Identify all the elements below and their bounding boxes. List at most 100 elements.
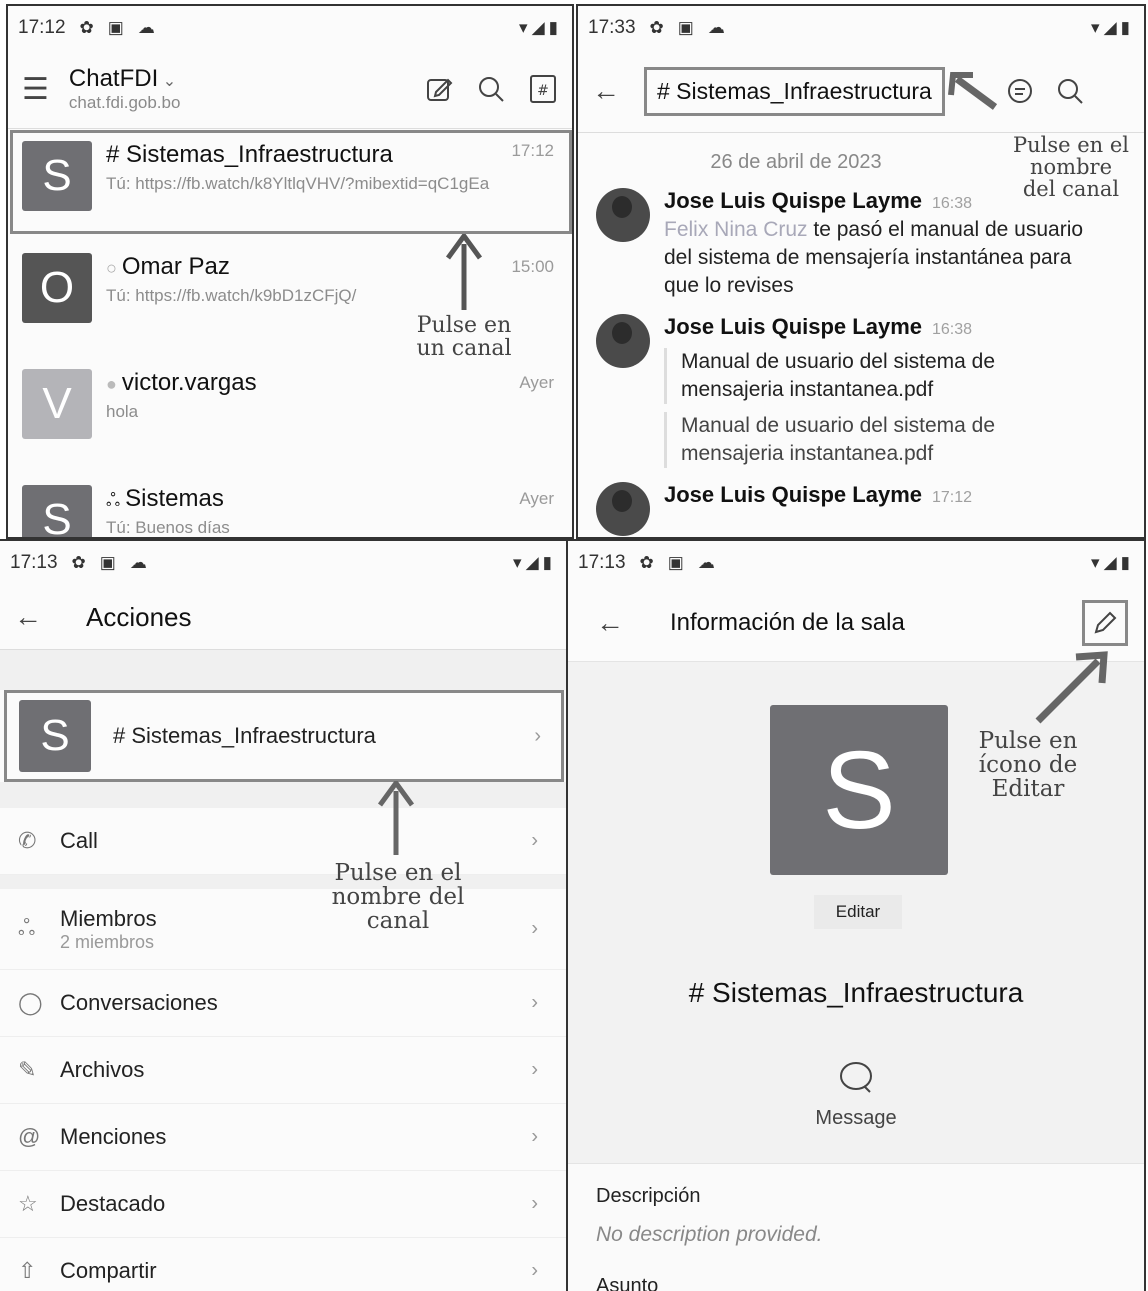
team-icon: ஃ (106, 490, 126, 510)
message: Jose Luis Quispe Layme 17:12 (578, 482, 1144, 536)
message-button-label[interactable]: Message (568, 1107, 1144, 1130)
room-name: Sistemas (125, 485, 224, 512)
workspace-name: ChatFDI (68, 65, 159, 92)
threads-icon[interactable] (1005, 76, 1035, 106)
svg-text:#: # (537, 83, 549, 99)
room-time: Ayer (519, 373, 554, 392)
room-time: 15:00 (511, 257, 554, 276)
status-time: 17:13 (578, 552, 626, 573)
chat-icon: ◯ (18, 990, 43, 1015)
status-bar: 17:13 ✿ ▣ ☁ ▾◢▮ (568, 541, 1144, 585)
share-icon: ⇧ (18, 1258, 37, 1283)
last-message: Tú: Buenos días (106, 518, 230, 537)
gallery-icon: ▣ (677, 18, 694, 37)
members-count: 2 miembros (60, 931, 155, 952)
annotation-pulse-nombre-canal: Pulse en el nombre del canal (331, 860, 465, 935)
arrow-diagonal-icon (947, 72, 997, 110)
edit-pencil-icon[interactable] (1082, 600, 1128, 646)
create-icon[interactable] (424, 74, 454, 104)
signal-battery-icons: ▾◢▮ (513, 553, 556, 572)
back-arrow-icon[interactable]: ← (592, 75, 620, 107)
channel-name-header[interactable]: # Sistemas_Infraestructura (644, 66, 945, 116)
signal-battery-icons: ▾◢▮ (519, 18, 562, 37)
room-row-victor-vargas[interactable]: V ● victor.vargas hola Ayer (8, 361, 572, 477)
search-icon[interactable] (476, 74, 506, 104)
room-name: victor.vargas (121, 369, 257, 396)
file-attachment[interactable]: Manual de usuario del sistema de mensaje… (664, 348, 1071, 404)
message-time: 16:38 (931, 195, 973, 212)
action-label: Conversaciones (60, 990, 218, 1015)
avatar (596, 314, 650, 368)
search-icon[interactable] (1055, 76, 1085, 106)
status-bar: 17:33 ✿ ▣ ☁ ▾◢▮ (578, 6, 1144, 50)
annotation-pulse-canal: Pulse en un canal (416, 313, 512, 362)
action-conversations[interactable]: ◯ Conversaciones › (0, 970, 566, 1037)
directory-icon[interactable]: # (528, 73, 558, 105)
status-bar: 17:13 ✿ ▣ ☁ ▾◢▮ (0, 541, 566, 585)
chevron-right-icon: › (531, 1259, 538, 1282)
room-row-sistemas[interactable]: S ஃ Sistemas Tú: Buenos días Ayer (8, 477, 572, 537)
room-name: # Sistemas_Infraestructura (113, 723, 376, 748)
highlight-box (10, 130, 572, 234)
chevron-right-icon: › (534, 724, 541, 747)
cloud-icon: ☁ (697, 553, 715, 572)
signal-battery-icons: ▾◢▮ (1091, 553, 1134, 572)
action-mentions[interactable]: @ Menciones › (0, 1104, 566, 1171)
workspace-switcher[interactable]: ChatFDI ⌄ (69, 65, 181, 93)
action-label: Call (60, 828, 98, 853)
chevron-right-icon: › (531, 829, 538, 852)
settings-icon: ✿ (79, 18, 94, 37)
status-bar: 17:12 ✿ ▣ ☁ ▾◢▮ (8, 6, 572, 50)
screen-actions: 17:13 ✿ ▣ ☁ ▾◢▮ ← Acciones S # Sistemas_… (0, 539, 568, 1291)
annotation-pulse-nombre-canal: Pulse en el nombre del canal (1012, 133, 1130, 202)
message-author: Jose Luis Quispe Layme (664, 482, 922, 507)
message-time: 16:38 (931, 321, 973, 338)
arrow-diagonal-icon (1035, 651, 1108, 724)
cloud-icon: ☁ (137, 18, 155, 37)
last-message: Tú: https://fb.watch/k9bD1zCFjQ/ (106, 286, 357, 305)
action-call[interactable]: ✆ Call › (0, 808, 566, 875)
action-files[interactable]: ✎ Archivos › (0, 1037, 566, 1104)
star-icon: ☆ (18, 1191, 38, 1216)
signal-battery-icons: ▾◢▮ (1091, 18, 1134, 37)
avatar: S (19, 700, 91, 772)
screen-room-info: 17:13 ✿ ▣ ☁ ▾◢▮ ← Información de la sala… (566, 539, 1146, 1291)
action-label: Miembros (60, 905, 157, 931)
members-icon: ஃ (18, 914, 36, 940)
server-url: chat.fdi.gob.bo (68, 93, 181, 112)
message-author: Jose Luis Quispe Layme (664, 188, 922, 213)
last-message: hola (106, 402, 139, 421)
arrow-up-icon (377, 781, 415, 855)
action-starred[interactable]: ☆ Destacado › (0, 1171, 566, 1238)
at-icon: @ (18, 1124, 41, 1149)
annotation-pulse-editar: Pulse en ícono de Editar (978, 728, 1078, 803)
menu-icon[interactable]: ☰ (22, 72, 49, 107)
room-info-row[interactable]: S # Sistemas_Infraestructura › (4, 690, 564, 782)
paperclip-icon: ✎ (18, 1057, 37, 1082)
settings-icon: ✿ (639, 553, 654, 572)
back-arrow-icon[interactable]: ← (596, 607, 624, 639)
back-arrow-icon[interactable]: ← (14, 601, 42, 633)
room-time: Ayer (519, 489, 554, 508)
status-offline-icon: ○ (106, 258, 122, 278)
message: Jose Luis Quispe Layme 16:38 Felix Nina C… (578, 188, 1144, 300)
chevron-right-icon: › (531, 991, 538, 1014)
gallery-icon: ▣ (667, 553, 684, 572)
settings-icon: ✿ (649, 18, 664, 37)
status-time: 17:33 (588, 17, 636, 38)
room-avatar: S (770, 705, 948, 875)
cloud-icon: ☁ (707, 18, 725, 37)
user-mention[interactable]: Felix Nina Cruz (664, 218, 808, 241)
message-author: Jose Luis Quispe Layme (664, 314, 922, 339)
cloud-icon: ☁ (129, 553, 147, 572)
description-value: No description provided. (596, 1223, 823, 1246)
edit-avatar-button[interactable]: Editar (814, 895, 902, 929)
message-icon[interactable] (836, 1059, 876, 1095)
description-label: Descripción (596, 1185, 701, 1207)
chevron-down-icon: ⌄ (158, 73, 177, 90)
message: Jose Luis Quispe Layme 16:38 Manual de us… (578, 314, 1144, 468)
action-members[interactable]: ஃ Miembros 2 miembros › (0, 889, 566, 970)
action-share[interactable]: ⇧ Compartir › (0, 1238, 566, 1291)
status-time: 17:12 (18, 17, 66, 38)
avatar: O (22, 253, 92, 323)
